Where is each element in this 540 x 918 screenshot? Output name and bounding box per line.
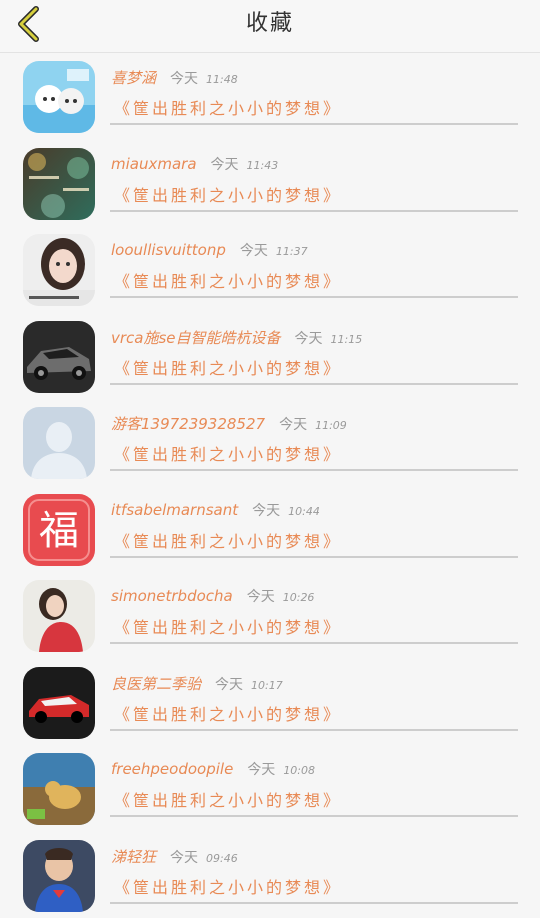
top-bar: 收藏 bbox=[0, 0, 540, 53]
avatar[interactable]: 福 bbox=[23, 494, 95, 566]
user-name[interactable]: 良医第二季骀 bbox=[111, 673, 201, 694]
post-time: 10:08 bbox=[283, 764, 315, 777]
list-item[interactable]: 涕轻狂 今天 09:46 《筐出胜利之小小的梦想》 bbox=[0, 832, 540, 918]
divider bbox=[110, 123, 518, 125]
list-item[interactable]: simonetrbdocha 今天 10:26 《筐出胜利之小小的梦想》 bbox=[0, 572, 540, 659]
name-line: 良医第二季骀 今天 10:17 bbox=[111, 673, 283, 694]
post-day: 今天 bbox=[211, 154, 239, 174]
avatar[interactable] bbox=[23, 840, 95, 912]
avatar[interactable] bbox=[23, 148, 95, 220]
post-time: 11:43 bbox=[247, 159, 279, 172]
divider bbox=[110, 642, 518, 644]
user-name[interactable]: itfsabelmarnsant bbox=[111, 501, 238, 519]
name-line: 游客1397239328527 今天 11:09 bbox=[111, 413, 347, 434]
post-time: 10:17 bbox=[251, 679, 283, 692]
default-user-icon bbox=[23, 407, 95, 479]
user-name[interactable]: looullisvuittonp bbox=[111, 241, 226, 259]
user-name[interactable]: 涕轻狂 bbox=[111, 846, 156, 867]
post-time: 11:37 bbox=[276, 245, 308, 258]
name-line: itfsabelmarnsant 今天 10:44 bbox=[111, 500, 320, 520]
list-item[interactable]: 游客1397239328527 今天 11:09 《筐出胜利之小小的梦想》 bbox=[0, 399, 540, 486]
sheep-cartoon-image bbox=[23, 61, 95, 133]
post-day: 今天 bbox=[295, 328, 323, 348]
user-name[interactable]: vrca施se自智能皓杭设备 bbox=[111, 327, 281, 348]
favorites-list: 喜梦涵 今天 11:48 《筐出胜利之小小的梦想》 miauxmara 今天 1… bbox=[0, 53, 540, 918]
divider bbox=[110, 815, 518, 817]
story-title-link[interactable]: 《筐出胜利之小小的梦想》 bbox=[114, 701, 342, 725]
user-name[interactable]: 喜梦涵 bbox=[111, 67, 156, 88]
name-line: 涕轻狂 今天 09:46 bbox=[111, 846, 238, 867]
post-day: 今天 bbox=[279, 414, 307, 434]
post-day: 今天 bbox=[252, 500, 280, 520]
post-time: 10:26 bbox=[283, 591, 315, 604]
girl-portrait-image bbox=[23, 234, 95, 306]
divider bbox=[110, 902, 518, 904]
story-title-link[interactable]: 《筐出胜利之小小的梦想》 bbox=[114, 268, 342, 292]
list-item[interactable]: vrca施se自智能皓杭设备 今天 11:15 《筐出胜利之小小的梦想》 bbox=[0, 313, 540, 400]
page-title: 收藏 bbox=[0, 0, 540, 52]
avatar[interactable] bbox=[23, 667, 95, 739]
sports-car-image bbox=[23, 321, 95, 393]
avatar[interactable] bbox=[23, 407, 95, 479]
girl-red-dress-image bbox=[23, 580, 95, 652]
name-line: simonetrbdocha 今天 10:26 bbox=[111, 586, 314, 606]
fu-character-image: 福 bbox=[23, 494, 95, 566]
list-item[interactable]: 良医第二季骀 今天 10:17 《筐出胜利之小小的梦想》 bbox=[0, 659, 540, 746]
story-title-link[interactable]: 《筐出胜利之小小的梦想》 bbox=[114, 182, 342, 206]
divider bbox=[110, 469, 518, 471]
cartoon-dog-image bbox=[23, 753, 95, 825]
name-line: vrca施se自智能皓杭设备 今天 11:15 bbox=[111, 327, 362, 348]
avatar[interactable] bbox=[23, 234, 95, 306]
post-day: 今天 bbox=[170, 847, 198, 867]
bokeh-image bbox=[23, 148, 95, 220]
user-name[interactable]: simonetrbdocha bbox=[111, 587, 233, 605]
post-time: 11:48 bbox=[206, 73, 238, 86]
avatar[interactable] bbox=[23, 580, 95, 652]
name-line: freehpeodoopile 今天 10:08 bbox=[111, 759, 315, 779]
name-line: miauxmara 今天 11:43 bbox=[111, 154, 278, 174]
post-day: 今天 bbox=[240, 240, 268, 260]
boy-superman-image bbox=[23, 840, 95, 912]
divider bbox=[110, 296, 518, 298]
story-title-link[interactable]: 《筐出胜利之小小的梦想》 bbox=[114, 95, 342, 119]
post-day: 今天 bbox=[247, 586, 275, 606]
post-day: 今天 bbox=[215, 674, 243, 694]
divider bbox=[110, 729, 518, 731]
divider bbox=[110, 383, 518, 385]
post-day: 今天 bbox=[247, 759, 275, 779]
avatar[interactable] bbox=[23, 321, 95, 393]
post-time: 11:09 bbox=[315, 419, 347, 432]
avatar[interactable] bbox=[23, 61, 95, 133]
story-title-link[interactable]: 《筐出胜利之小小的梦想》 bbox=[114, 787, 342, 811]
name-line: 喜梦涵 今天 11:48 bbox=[111, 67, 238, 88]
story-title-link[interactable]: 《筐出胜利之小小的梦想》 bbox=[114, 874, 342, 898]
divider bbox=[110, 556, 518, 558]
story-title-link[interactable]: 《筐出胜利之小小的梦想》 bbox=[114, 355, 342, 379]
list-item[interactable]: 福 itfsabelmarnsant 今天 10:44 《筐出胜利之小小的梦想》 bbox=[0, 486, 540, 573]
race-car-image bbox=[23, 667, 95, 739]
post-day: 今天 bbox=[170, 68, 198, 88]
list-item[interactable]: 喜梦涵 今天 11:48 《筐出胜利之小小的梦想》 bbox=[0, 53, 540, 140]
user-name[interactable]: 游客1397239328527 bbox=[111, 413, 265, 434]
list-item[interactable]: freehpeodoopile 今天 10:08 《筐出胜利之小小的梦想》 bbox=[0, 745, 540, 832]
list-item[interactable]: miauxmara 今天 11:43 《筐出胜利之小小的梦想》 bbox=[0, 140, 540, 227]
post-time: 10:44 bbox=[288, 505, 320, 518]
user-name[interactable]: freehpeodoopile bbox=[111, 760, 233, 778]
divider bbox=[110, 210, 518, 212]
story-title-link[interactable]: 《筐出胜利之小小的梦想》 bbox=[114, 614, 342, 638]
story-title-link[interactable]: 《筐出胜利之小小的梦想》 bbox=[114, 528, 342, 552]
list-item[interactable]: looullisvuittonp 今天 11:37 《筐出胜利之小小的梦想》 bbox=[0, 226, 540, 313]
post-time: 11:15 bbox=[331, 333, 363, 346]
story-title-link[interactable]: 《筐出胜利之小小的梦想》 bbox=[114, 441, 342, 465]
name-line: looullisvuittonp 今天 11:37 bbox=[111, 240, 308, 260]
svg-text:福: 福 bbox=[39, 508, 79, 554]
user-name[interactable]: miauxmara bbox=[111, 155, 197, 173]
post-time: 09:46 bbox=[206, 852, 238, 865]
avatar[interactable] bbox=[23, 753, 95, 825]
